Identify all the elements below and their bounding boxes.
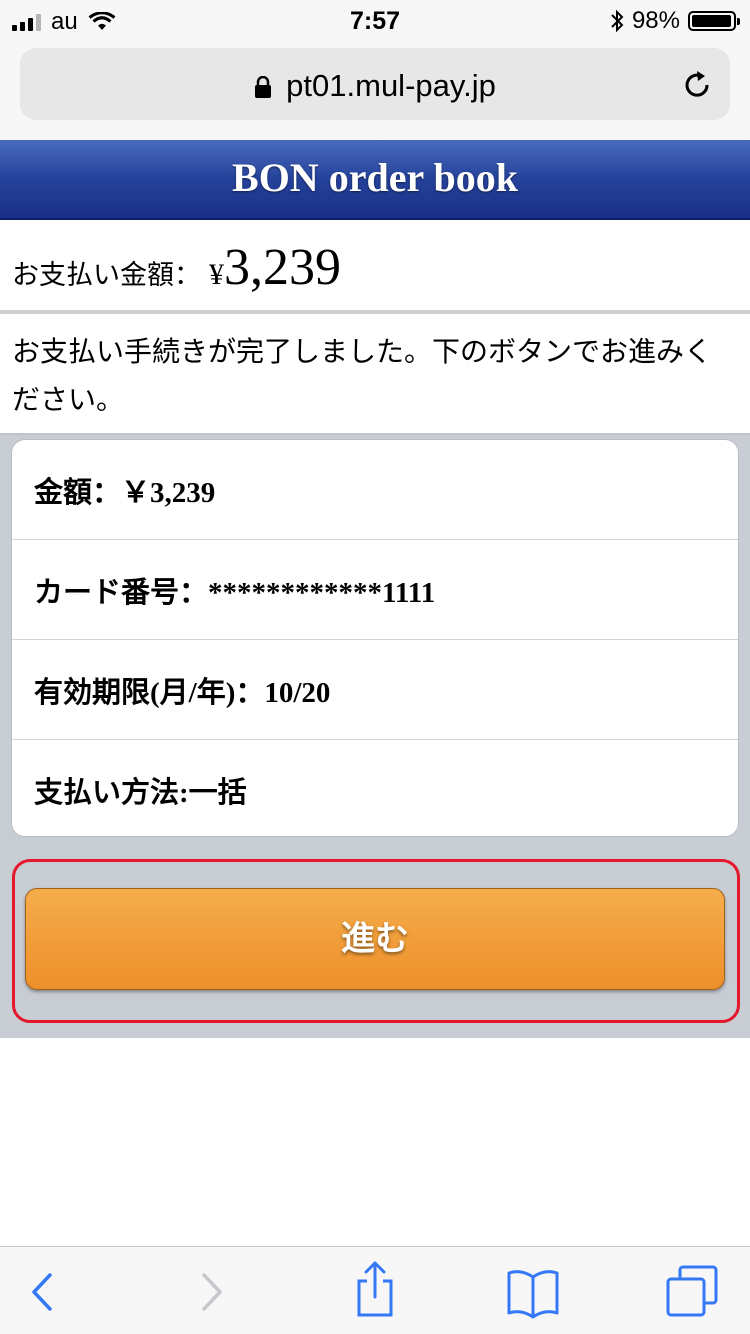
payment-details-list: 金額：￥3,239 カード番号：************1111 有効期限(月/… [11,439,739,837]
address-text-container: pt01.mul-pay.jp [20,68,730,104]
bluetooth-icon [611,9,624,33]
amount-label: お支払い金額： [12,260,201,291]
address-bar[interactable]: pt01.mul-pay.jp [20,48,730,120]
browser-chrome: pt01.mul-pay.jp [0,40,750,140]
detail-expiry: 有効期限(月/年)：10/20 [12,640,738,740]
divider [0,310,750,314]
amount-currency: ¥ [209,258,224,291]
status-bar: au 7:57 98% [0,0,750,40]
browser-toolbar [0,1246,750,1334]
tabs-icon[interactable] [662,1263,722,1319]
back-icon[interactable] [12,1267,72,1317]
completion-message: お支払い手続きが完了しました。下のボタンでお進みください。 [12,335,713,416]
lock-icon [255,76,272,98]
payment-amount: お支払い金額： ¥3,239 [12,238,341,298]
status-right: 98% [610,7,740,35]
url-text: pt01.mul-pay.jp [286,68,496,103]
bookmarks-icon[interactable] [503,1265,563,1319]
forward-icon [202,1273,222,1311]
site-title: BON order book [232,155,518,200]
battery-icon [688,11,740,31]
amount-value: 3,239 [224,239,341,296]
reload-icon[interactable] [680,68,714,102]
proceed-button[interactable]: 進む [25,888,725,990]
detail-amount: 金額：￥3,239 [12,440,738,540]
site-header: BON order book [0,140,750,220]
details-panel: 金額：￥3,239 カード番号：************1111 有効期限(月/… [0,433,750,1038]
detail-payment-method: 支払い方法:一括 [34,777,247,809]
battery-percentage: 98% [631,7,680,34]
share-icon[interactable] [345,1259,405,1319]
battery-level [692,15,732,27]
detail-card-number: カード番号：************1111 [12,540,738,640]
